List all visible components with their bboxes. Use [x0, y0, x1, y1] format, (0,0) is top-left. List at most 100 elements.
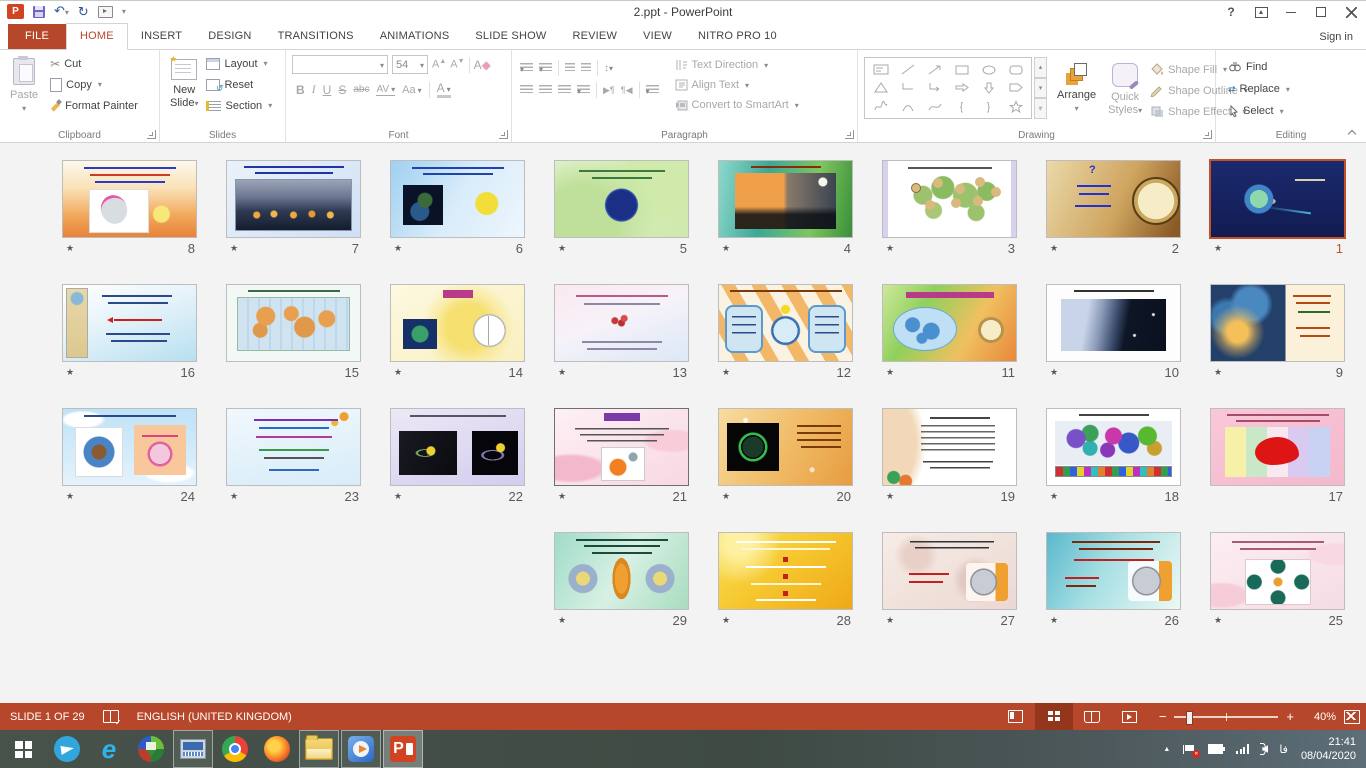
- scribble-shape-icon[interactable]: [873, 100, 889, 113]
- language-indicator[interactable]: ENGLISH (UNITED KINGDOM): [137, 711, 292, 723]
- increase-indent-button[interactable]: [581, 63, 591, 73]
- quick-styles-button[interactable]: Quick Styles: [1102, 57, 1148, 133]
- start-slideshow-icon[interactable]: [98, 6, 113, 18]
- input-language-indicator[interactable]: فا: [1279, 743, 1288, 756]
- ribbon-display-options-button[interactable]: [1246, 1, 1276, 23]
- shapes-more-icon[interactable]: ⩔: [1034, 98, 1047, 119]
- columns-button[interactable]: [646, 85, 659, 95]
- slide-15-thumbnail[interactable]: [226, 284, 361, 362]
- paragraph-dialog-launcher[interactable]: [845, 130, 854, 139]
- tab-design[interactable]: DESIGN: [195, 24, 264, 49]
- cut-button[interactable]: ✂ Cut: [48, 53, 140, 74]
- align-left-button[interactable]: [520, 85, 533, 95]
- align-text-button[interactable]: Align Text: [673, 75, 801, 95]
- restore-button[interactable]: [1306, 1, 1336, 23]
- font-name-combo[interactable]: [292, 55, 388, 74]
- shapes-scroll-up-icon[interactable]: ▴: [1034, 57, 1047, 78]
- animation-star-icon[interactable]: ★: [886, 367, 896, 378]
- slide-18-thumbnail[interactable]: [1046, 408, 1181, 486]
- fit-to-window-button[interactable]: [1344, 710, 1360, 724]
- slide-14-thumbnail[interactable]: [390, 284, 525, 362]
- replace-button[interactable]: ⇄ Replace: [1226, 78, 1366, 100]
- down-arrow-shape-icon[interactable]: [981, 81, 997, 94]
- normal-view-button[interactable]: [997, 703, 1035, 730]
- oval-shape-icon[interactable]: [981, 63, 997, 76]
- animation-star-icon[interactable]: ★: [558, 243, 568, 254]
- save-icon[interactable]: [33, 6, 45, 18]
- align-center-button[interactable]: [539, 85, 552, 95]
- slide-22-thumbnail[interactable]: [390, 408, 525, 486]
- animation-star-icon[interactable]: ★: [886, 243, 896, 254]
- animation-star-icon[interactable]: ★: [1050, 615, 1060, 626]
- slide-6-thumbnail[interactable]: [390, 160, 525, 238]
- animation-star-icon[interactable]: ★: [722, 243, 732, 254]
- tab-file[interactable]: FILE: [8, 24, 66, 49]
- align-right-button[interactable]: [558, 85, 571, 95]
- character-spacing-button[interactable]: AV: [376, 84, 395, 96]
- taskbar-clock[interactable]: 21:41 08/04/2020: [1301, 735, 1356, 763]
- start-button[interactable]: [0, 730, 46, 768]
- animation-star-icon[interactable]: ★: [230, 491, 240, 502]
- slide-4-thumbnail[interactable]: [718, 160, 853, 238]
- close-button[interactable]: [1336, 1, 1366, 23]
- clipboard-dialog-launcher[interactable]: [147, 130, 156, 139]
- left-to-right-button[interactable]: ▶¶: [603, 85, 615, 96]
- animation-star-icon[interactable]: ★: [722, 491, 732, 502]
- right-to-left-button[interactable]: ¶◀: [621, 85, 633, 96]
- section-button[interactable]: Section: [204, 95, 274, 116]
- reading-view-button[interactable]: [1073, 703, 1111, 730]
- font-size-combo[interactable]: 54: [392, 55, 428, 74]
- text-box-shape-icon[interactable]: [873, 63, 889, 76]
- shapes-gallery[interactable]: { }: [864, 57, 1032, 119]
- customize-qat-icon[interactable]: [122, 7, 126, 16]
- slide-11-thumbnail[interactable]: [882, 284, 1017, 362]
- slide-9-thumbnail[interactable]: [1210, 284, 1345, 362]
- tab-animations[interactable]: ANIMATIONS: [367, 24, 463, 49]
- elbow-connector-icon[interactable]: [900, 81, 916, 94]
- line-shape-icon[interactable]: [900, 63, 916, 76]
- shapes-scroll-down-icon[interactable]: ▾: [1034, 78, 1047, 99]
- drawing-dialog-launcher[interactable]: [1203, 130, 1212, 139]
- slide-23-thumbnail[interactable]: [226, 408, 361, 486]
- animation-star-icon[interactable]: ★: [66, 367, 76, 378]
- taskbar-telegram[interactable]: [47, 730, 87, 768]
- italic-button[interactable]: I: [312, 82, 316, 97]
- slide-8-thumbnail[interactable]: [62, 160, 197, 238]
- help-button[interactable]: ?: [1216, 1, 1246, 23]
- zoom-slider-thumb[interactable]: [1186, 711, 1193, 725]
- slide-5-thumbnail[interactable]: [554, 160, 689, 238]
- right-arrow-shape-icon[interactable]: [954, 81, 970, 94]
- animation-star-icon[interactable]: ★: [558, 615, 568, 626]
- arc-shape-icon[interactable]: [900, 100, 916, 113]
- slide-13-thumbnail[interactable]: [554, 284, 689, 362]
- tab-insert[interactable]: INSERT: [128, 24, 195, 49]
- bold-button[interactable]: B: [296, 83, 305, 97]
- convert-to-smartart-button[interactable]: Convert to SmartArt: [673, 95, 801, 115]
- animation-star-icon[interactable]: ★: [722, 367, 732, 378]
- tab-transitions[interactable]: TRANSITIONS: [265, 24, 367, 49]
- curve-shape-icon[interactable]: [927, 100, 943, 113]
- tab-slideshow[interactable]: SLIDE SHOW: [462, 24, 559, 49]
- shrink-font-button[interactable]: A▼: [450, 58, 464, 71]
- select-button[interactable]: Select: [1226, 100, 1366, 122]
- slide-26-thumbnail[interactable]: [1046, 532, 1181, 610]
- line-spacing-button[interactable]: ↕: [604, 63, 613, 74]
- battery-icon[interactable]: [1208, 744, 1223, 754]
- animation-star-icon[interactable]: ★: [394, 367, 404, 378]
- text-direction-button[interactable]: Text Direction: [673, 55, 801, 75]
- clear-formatting-button[interactable]: A◆: [474, 58, 491, 72]
- slide-27-thumbnail[interactable]: [882, 532, 1017, 610]
- strikethrough-button[interactable]: abc: [353, 84, 369, 95]
- animation-star-icon[interactable]: ★: [722, 615, 732, 626]
- zoom-in-button[interactable]: +: [1286, 712, 1294, 722]
- taskbar-remote-desktop[interactable]: [173, 730, 213, 768]
- slide-7-thumbnail[interactable]: [226, 160, 361, 238]
- sign-in-link[interactable]: Sign in: [1319, 31, 1353, 43]
- animation-star-icon[interactable]: ★: [1214, 243, 1224, 254]
- justify-button[interactable]: [577, 85, 590, 95]
- star-shape-icon[interactable]: [1008, 100, 1024, 113]
- tab-nitro-pro[interactable]: NITRO PRO 10: [685, 24, 790, 49]
- triangle-shape-icon[interactable]: [873, 81, 889, 94]
- animation-star-icon[interactable]: ★: [1050, 367, 1060, 378]
- taskbar-chrome[interactable]: [215, 730, 255, 768]
